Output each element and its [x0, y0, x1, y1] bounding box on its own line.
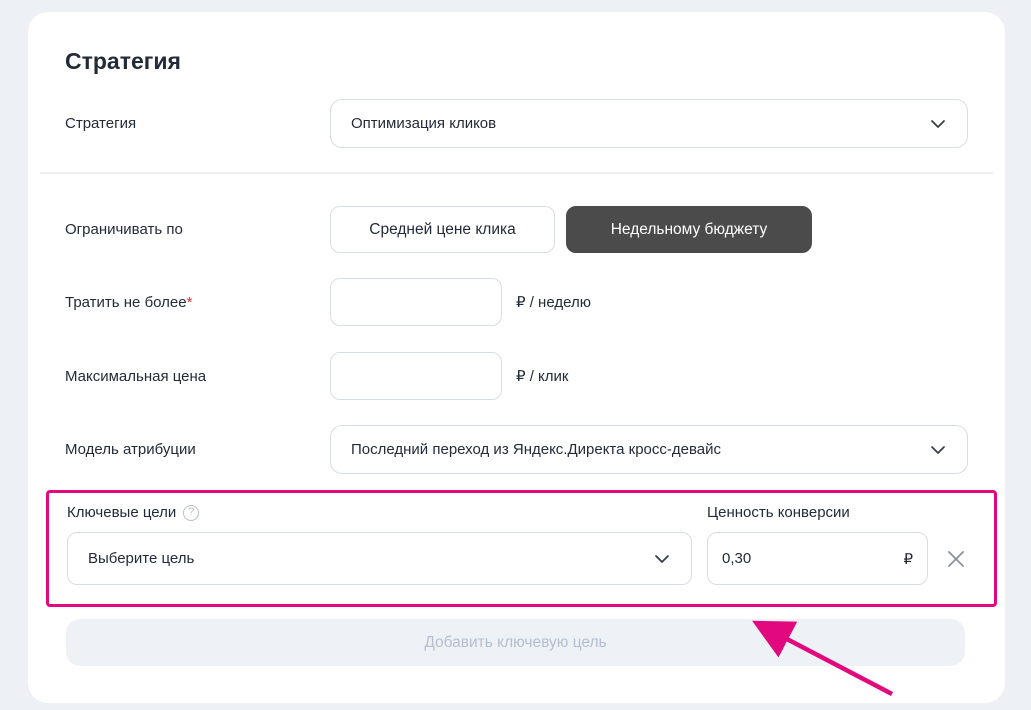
section-divider: [40, 172, 993, 174]
annotation-highlight-box: Ключевые цели ? Ценность конверсии Выбер…: [46, 490, 997, 607]
strategy-settings-card: Стратегия Стратегия Оптимизация кликов О…: [28, 12, 1005, 703]
spend-limit-input[interactable]: [330, 278, 502, 326]
limit-by-label: Ограничивать по: [65, 221, 183, 238]
chevron-down-icon: [931, 445, 945, 454]
currency-suffix: ₽: [903, 550, 913, 568]
help-icon[interactable]: ?: [183, 504, 200, 521]
limit-by-weekly-budget-button[interactable]: Недельному бюджету: [566, 206, 812, 253]
goal-select[interactable]: Выберите цель: [67, 532, 692, 585]
spend-limit-label: Тратить не более*: [65, 293, 193, 311]
strategy-select[interactable]: Оптимизация кликов: [330, 99, 968, 148]
conversion-value-input[interactable]: [722, 550, 904, 567]
key-goals-label: Ключевые цели ?: [67, 504, 707, 521]
strategy-label: Стратегия: [65, 115, 137, 132]
row-strategy: Стратегия Оптимизация кликов: [65, 99, 968, 148]
strategy-select-value: Оптимизация кликов: [351, 115, 497, 132]
row-spend-limit: Тратить не более* ₽ / неделю: [65, 278, 968, 326]
attribution-label: Модель атрибуции: [65, 441, 196, 458]
max-price-input[interactable]: [330, 352, 502, 400]
max-price-label: Максимальная цена: [65, 367, 207, 385]
conversion-value-field[interactable]: ₽: [707, 532, 928, 585]
remove-goal-icon[interactable]: [945, 548, 967, 570]
row-max-price: Максимальная цена ₽ / клик: [65, 352, 968, 400]
attribution-select-value: Последний переход из Яндекс.Директа крос…: [351, 441, 721, 458]
attribution-select[interactable]: Последний переход из Яндекс.Директа крос…: [330, 425, 968, 474]
chevron-down-icon: [655, 554, 669, 563]
conversion-value-label: Ценность конверсии: [707, 504, 850, 521]
chevron-down-icon: [931, 119, 945, 128]
limit-by-avg-cpc-button[interactable]: Средней цене клика: [330, 206, 555, 253]
section-title: Стратегия: [65, 48, 181, 74]
key-goals-labels: Ключевые цели ? Ценность конверсии: [67, 504, 979, 521]
required-asterisk: *: [186, 293, 193, 311]
row-limit-by: Ограничивать по Средней цене клика Недел…: [65, 206, 968, 253]
spend-limit-suffix: ₽ / неделю: [516, 294, 591, 311]
key-goals-controls: Выберите цель ₽: [67, 532, 979, 585]
row-attribution: Модель атрибуции Последний переход из Ян…: [65, 425, 968, 474]
max-price-suffix: ₽ / клик: [516, 368, 569, 385]
add-goal-button[interactable]: Добавить ключевую цель: [66, 619, 965, 666]
goal-select-placeholder: Выберите цель: [88, 550, 195, 567]
